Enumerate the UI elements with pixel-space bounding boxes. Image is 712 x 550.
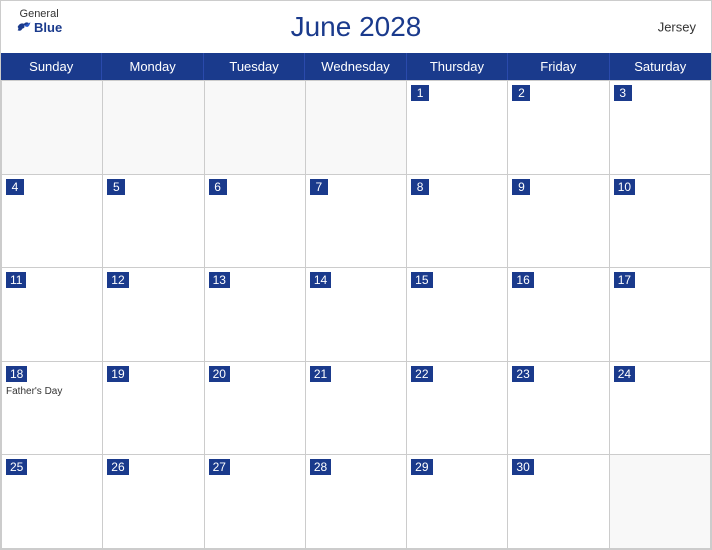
calendar-cell: 11 bbox=[2, 267, 103, 361]
cell-date-number: 8 bbox=[411, 179, 429, 195]
calendar-cell: 13 bbox=[205, 267, 306, 361]
calendar-cell: 28 bbox=[306, 454, 407, 548]
day-header-monday: Monday bbox=[102, 53, 203, 80]
cell-date-number: 30 bbox=[512, 459, 533, 475]
cell-date-number: 17 bbox=[614, 272, 635, 288]
cell-date-number: 3 bbox=[614, 85, 632, 101]
calendar-cell: 17 bbox=[610, 267, 711, 361]
calendar-cell bbox=[2, 80, 103, 174]
cell-date-number: 10 bbox=[614, 179, 635, 195]
day-header-friday: Friday bbox=[508, 53, 609, 80]
calendar-cell: 15 bbox=[407, 267, 508, 361]
day-header-tuesday: Tuesday bbox=[204, 53, 305, 80]
calendar-cell bbox=[205, 80, 306, 174]
calendar-cell: 10 bbox=[610, 174, 711, 268]
day-header-wednesday: Wednesday bbox=[305, 53, 406, 80]
calendar-cell: 30 bbox=[508, 454, 609, 548]
cell-date-number: 6 bbox=[209, 179, 227, 195]
cell-date-number: 25 bbox=[6, 459, 27, 475]
month-title: June 2028 bbox=[291, 11, 422, 43]
calendar-cell: 6 bbox=[205, 174, 306, 268]
day-header-saturday: Saturday bbox=[610, 53, 711, 80]
calendar-cell: 25 bbox=[2, 454, 103, 548]
cell-date-number: 4 bbox=[6, 179, 24, 195]
cell-date-number: 18 bbox=[6, 366, 27, 382]
calendar-cell: 18 Father's Day bbox=[2, 361, 103, 455]
cell-date-number: 7 bbox=[310, 179, 328, 195]
calendar-cell: 23 bbox=[508, 361, 609, 455]
cell-date-number: 23 bbox=[512, 366, 533, 382]
calendar-cell: 22 bbox=[407, 361, 508, 455]
cell-date-number: 21 bbox=[310, 366, 331, 382]
cell-date-number: 9 bbox=[512, 179, 530, 195]
cell-date-number: 12 bbox=[107, 272, 128, 288]
calendar-cell: 8 bbox=[407, 174, 508, 268]
calendar-container: General Blue June 2028 Jersey Sunday Mon… bbox=[0, 0, 712, 550]
cell-date-number: 13 bbox=[209, 272, 230, 288]
cell-date-number: 19 bbox=[107, 366, 128, 382]
cell-date-number: 27 bbox=[209, 459, 230, 475]
calendar-cell: 1 bbox=[407, 80, 508, 174]
calendar-cell: 4 bbox=[2, 174, 103, 268]
calendar-cell: 9 bbox=[508, 174, 609, 268]
cell-date-number: 22 bbox=[411, 366, 432, 382]
day-header-sunday: Sunday bbox=[1, 53, 102, 80]
calendar-cell: 7 bbox=[306, 174, 407, 268]
calendar-cell bbox=[306, 80, 407, 174]
cell-date-number: 1 bbox=[411, 85, 429, 101]
logo-bird-icon bbox=[16, 20, 32, 34]
logo-general-text: General bbox=[20, 9, 59, 20]
calendar-cell: 20 bbox=[205, 361, 306, 455]
calendar-cell: 26 bbox=[103, 454, 204, 548]
day-headers: Sunday Monday Tuesday Wednesday Thursday… bbox=[1, 53, 711, 80]
cell-date-number: 24 bbox=[614, 366, 635, 382]
calendar-cell: 14 bbox=[306, 267, 407, 361]
calendar-cell: 5 bbox=[103, 174, 204, 268]
cell-event: Father's Day bbox=[6, 386, 98, 397]
calendar-cell bbox=[610, 454, 711, 548]
calendar-cell: 12 bbox=[103, 267, 204, 361]
calendar-cell bbox=[103, 80, 204, 174]
calendar-grid: 123456789101112131415161718Father's Day1… bbox=[1, 80, 711, 549]
cell-date-number: 16 bbox=[512, 272, 533, 288]
calendar-cell: 16 bbox=[508, 267, 609, 361]
cell-date-number: 28 bbox=[310, 459, 331, 475]
cell-date-number: 29 bbox=[411, 459, 432, 475]
logo-blue-text: Blue bbox=[34, 21, 62, 34]
cell-date-number: 15 bbox=[411, 272, 432, 288]
calendar-cell: 2 bbox=[508, 80, 609, 174]
calendar-cell: 19 bbox=[103, 361, 204, 455]
calendar-cell: 3 bbox=[610, 80, 711, 174]
calendar-cell: 29 bbox=[407, 454, 508, 548]
cell-date-number: 5 bbox=[107, 179, 125, 195]
cell-date-number: 14 bbox=[310, 272, 331, 288]
day-header-thursday: Thursday bbox=[407, 53, 508, 80]
cell-date-number: 26 bbox=[107, 459, 128, 475]
cell-date-number: 11 bbox=[6, 272, 26, 288]
logo-blue-area: Blue bbox=[16, 20, 62, 34]
region-label: Jersey bbox=[658, 20, 696, 35]
calendar-header: General Blue June 2028 Jersey bbox=[1, 1, 711, 53]
calendar-cell: 21 bbox=[306, 361, 407, 455]
calendar-cell: 27 bbox=[205, 454, 306, 548]
cell-date-number: 20 bbox=[209, 366, 230, 382]
calendar-cell: 24 bbox=[610, 361, 711, 455]
logo-area: General Blue bbox=[16, 9, 62, 34]
cell-date-number: 2 bbox=[512, 85, 530, 101]
